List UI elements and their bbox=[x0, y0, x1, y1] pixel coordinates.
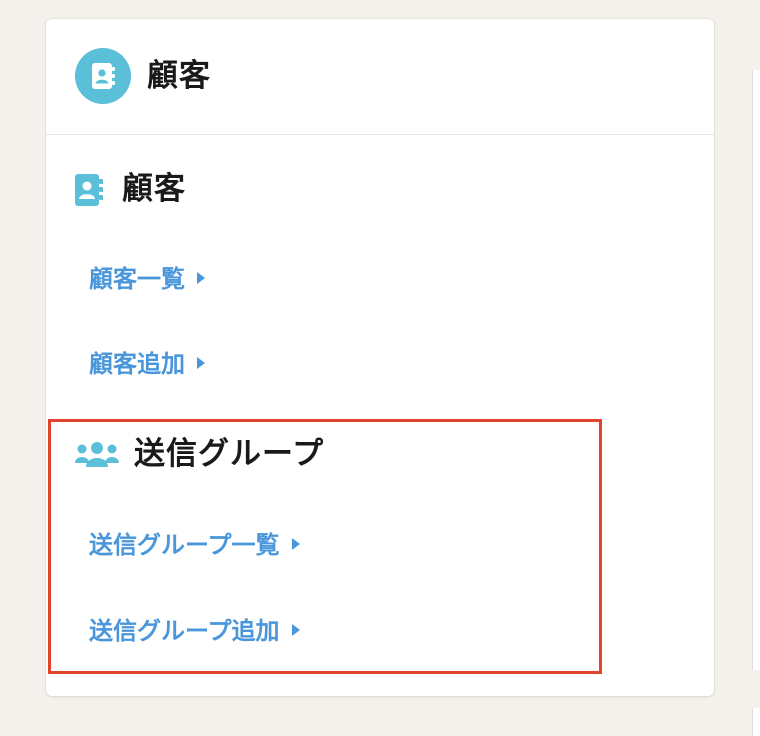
link-label: 送信グループ一覧 bbox=[89, 531, 280, 559]
section-heading-label: 顧客 bbox=[122, 171, 186, 207]
caret-right-icon bbox=[197, 357, 205, 369]
caret-right-icon bbox=[197, 272, 205, 284]
caret-right-icon bbox=[291, 538, 300, 550]
page-title: 顧客 bbox=[147, 58, 211, 94]
link-label: 送信グループ追加 bbox=[89, 617, 280, 645]
caret-right-icon bbox=[291, 624, 300, 636]
adjacent-panel-edge bbox=[752, 70, 760, 670]
link-label: 顧客追加 bbox=[89, 350, 185, 378]
send-group-add-link[interactable]: 送信グループ追加 bbox=[89, 614, 300, 648]
users-group-icon bbox=[74, 440, 120, 480]
adjacent-panel-edge-lower bbox=[752, 708, 760, 736]
section-heading-customers: 顧客 bbox=[74, 169, 474, 209]
address-book-icon bbox=[74, 173, 104, 217]
section-heading-label: 送信グループ bbox=[134, 436, 325, 472]
card-header: 顧客 bbox=[46, 19, 714, 135]
section-heading-send-groups: 送信グループ bbox=[74, 434, 474, 474]
customer-menu-card: 顧客 顧客 顧客一覧 顧客追加 送信グループ 送信グループ一覧 送信グループ追加 bbox=[46, 19, 714, 696]
customer-add-link[interactable]: 顧客追加 bbox=[89, 347, 205, 381]
link-label: 顧客一覧 bbox=[89, 265, 185, 293]
address-book-icon bbox=[75, 48, 131, 104]
send-group-list-link[interactable]: 送信グループ一覧 bbox=[89, 528, 300, 562]
customer-list-link[interactable]: 顧客一覧 bbox=[89, 262, 205, 296]
